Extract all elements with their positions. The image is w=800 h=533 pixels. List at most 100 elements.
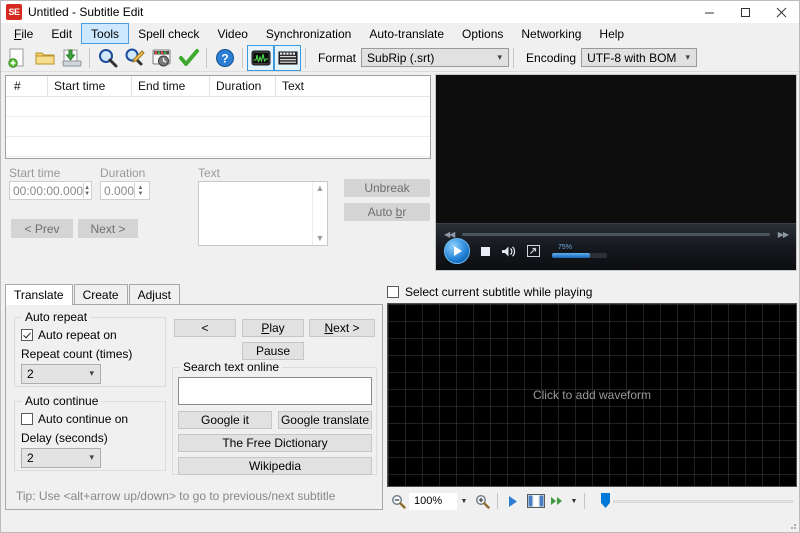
scene-change-icon[interactable] bbox=[524, 491, 548, 511]
scroll-up-icon[interactable]: ▲ bbox=[316, 184, 325, 193]
menu-video[interactable]: Video bbox=[208, 23, 256, 44]
auto-continue-checkbox[interactable]: Auto continue on bbox=[21, 412, 128, 426]
playback-prev-button[interactable]: < bbox=[174, 319, 236, 337]
free-dictionary-button[interactable]: The Free Dictionary bbox=[178, 434, 372, 452]
auto-repeat-title: Auto repeat bbox=[22, 310, 91, 324]
video-player[interactable]: ◀◀ ▶▶ 75% bbox=[435, 74, 797, 271]
waveform-play-icon[interactable] bbox=[502, 491, 524, 511]
waveform-menu-arrow-icon[interactable]: ▼ bbox=[568, 491, 580, 511]
wikipedia-button[interactable]: Wikipedia bbox=[178, 457, 372, 475]
column-header-end-time[interactable]: End time bbox=[132, 76, 210, 96]
subtitle-list[interactable]: # Start time End time Duration Text bbox=[5, 75, 431, 159]
waveform-hint: Click to add waveform bbox=[532, 388, 652, 402]
playback-next-button[interactable]: Next > bbox=[309, 319, 375, 337]
scroll-down-icon[interactable]: ▼ bbox=[316, 234, 325, 243]
playback-pause-button[interactable]: Pause bbox=[242, 342, 304, 360]
menu-file-label: ile bbox=[21, 26, 34, 41]
video-seek-bar[interactable]: ◀◀ ▶▶ bbox=[444, 230, 789, 239]
double-arrow-icon[interactable] bbox=[548, 491, 568, 511]
menu-file[interactable]: File bbox=[5, 23, 42, 44]
table-row[interactable] bbox=[6, 137, 430, 157]
table-row[interactable] bbox=[6, 117, 430, 137]
find-magnifier-icon[interactable] bbox=[94, 45, 121, 71]
spell-check-tick-icon[interactable] bbox=[175, 45, 202, 71]
auto-repeat-checkbox[interactable]: Auto repeat on bbox=[21, 328, 117, 342]
play-icon[interactable] bbox=[444, 238, 470, 264]
waveform-display[interactable]: Click to add waveform bbox=[387, 303, 797, 487]
tab-translate[interactable]: Translate bbox=[5, 284, 73, 305]
waveform-toggle-icon[interactable] bbox=[247, 44, 274, 71]
subtitle-text-input[interactable]: ▲ ▼ bbox=[198, 181, 328, 246]
toolbar-separator-4 bbox=[305, 47, 306, 68]
menu-auto-translate[interactable]: Auto-translate bbox=[360, 23, 453, 44]
video-controls: ◀◀ ▶▶ 75% bbox=[436, 223, 796, 270]
google-translate-button[interactable]: Google translate bbox=[278, 411, 372, 429]
column-header-number[interactable]: # bbox=[6, 76, 48, 96]
column-header-start-time[interactable]: Start time bbox=[48, 76, 132, 96]
column-header-duration[interactable]: Duration bbox=[210, 76, 276, 96]
waveform-position-slider[interactable] bbox=[599, 492, 793, 510]
menu-edit[interactable]: Edit bbox=[42, 23, 81, 44]
start-time-stepper[interactable]: ▲ ▼ bbox=[83, 183, 90, 198]
search-online-title: Search text online bbox=[180, 360, 283, 374]
zoom-level-value[interactable]: 100% bbox=[409, 492, 457, 510]
menu-spell-check[interactable]: Spell check bbox=[129, 23, 208, 44]
replace-magnifier-pencil-icon[interactable] bbox=[121, 45, 148, 71]
zoom-in-icon[interactable] bbox=[471, 491, 493, 511]
volume-icon[interactable] bbox=[501, 245, 517, 258]
delay-dropdown[interactable]: 2 ▾ bbox=[21, 448, 101, 468]
encoding-label: Encoding bbox=[526, 50, 577, 65]
open-folder-icon[interactable] bbox=[31, 45, 58, 71]
minimize-icon[interactable] bbox=[691, 1, 727, 23]
volume-track[interactable] bbox=[552, 253, 607, 258]
menu-tools[interactable]: Tools bbox=[81, 23, 130, 44]
duration-stepper[interactable]: ▲ ▼ bbox=[134, 183, 146, 198]
unbreak-button[interactable]: Unbreak bbox=[344, 179, 430, 197]
menu-synchronization[interactable]: Synchronization bbox=[257, 23, 360, 44]
playback-play-button[interactable]: Play bbox=[242, 319, 304, 337]
resize-grip[interactable] bbox=[787, 520, 797, 530]
window-controls bbox=[691, 1, 799, 23]
encoding-dropdown[interactable]: UTF-8 with BOM ▾ bbox=[581, 48, 698, 67]
seek-track[interactable] bbox=[462, 232, 770, 236]
start-time-input[interactable]: 00:00:00.000 ▲ ▼ bbox=[9, 181, 92, 200]
google-it-button[interactable]: Google it bbox=[178, 411, 272, 429]
slider-track[interactable] bbox=[613, 500, 793, 503]
stop-icon[interactable] bbox=[480, 246, 491, 257]
fullscreen-icon[interactable] bbox=[527, 245, 540, 257]
fast-forward-icon[interactable]: ▶▶ bbox=[778, 230, 789, 239]
auto-br-button[interactable]: Auto br bbox=[344, 203, 430, 221]
zoom-out-icon[interactable] bbox=[387, 491, 409, 511]
menu-networking[interactable]: Networking bbox=[512, 23, 590, 44]
table-row[interactable] bbox=[6, 97, 430, 117]
zoom-dropdown-arrow-icon[interactable]: ▼ bbox=[457, 491, 471, 511]
slider-thumb[interactable] bbox=[601, 493, 610, 508]
search-text-input[interactable] bbox=[178, 377, 372, 405]
subtitle-list-body[interactable] bbox=[6, 97, 430, 157]
prev-subtitle-button[interactable]: < Prev bbox=[11, 219, 73, 238]
next-subtitle-button[interactable]: Next > bbox=[78, 219, 138, 238]
save-download-icon[interactable] bbox=[58, 45, 85, 71]
video-toggle-icon[interactable] bbox=[274, 44, 301, 71]
tab-adjust[interactable]: Adjust bbox=[128, 284, 180, 304]
fix-timing-icon[interactable] bbox=[148, 45, 175, 71]
menu-options[interactable]: Options bbox=[453, 23, 512, 44]
help-question-icon[interactable]: ? bbox=[211, 45, 238, 71]
auto-repeat-checkbox-label: Auto repeat on bbox=[38, 328, 117, 342]
new-icon[interactable] bbox=[4, 45, 31, 71]
format-dropdown[interactable]: SubRip (.srt) ▾ bbox=[361, 48, 510, 67]
tab-create[interactable]: Create bbox=[73, 284, 128, 304]
repeat-count-value: 2 bbox=[27, 367, 34, 381]
text-scrollbar[interactable]: ▲ ▼ bbox=[312, 182, 327, 245]
repeat-count-dropdown[interactable]: 2 ▾ bbox=[21, 364, 101, 384]
horizontal-splitter[interactable] bbox=[1, 275, 799, 279]
maximize-icon[interactable] bbox=[727, 1, 763, 23]
menu-help[interactable]: Help bbox=[590, 23, 633, 44]
chevron-down-icon: ▾ bbox=[497, 52, 503, 62]
select-current-subtitle-checkbox[interactable]: Select current subtitle while playing bbox=[387, 285, 592, 299]
column-header-text[interactable]: Text bbox=[276, 76, 430, 96]
volume-slider[interactable]: 75% bbox=[552, 244, 607, 258]
close-icon[interactable] bbox=[763, 1, 799, 23]
duration-input[interactable]: 0.000 ▲ ▼ bbox=[100, 181, 150, 200]
checkbox-unchecked-icon bbox=[21, 413, 33, 425]
